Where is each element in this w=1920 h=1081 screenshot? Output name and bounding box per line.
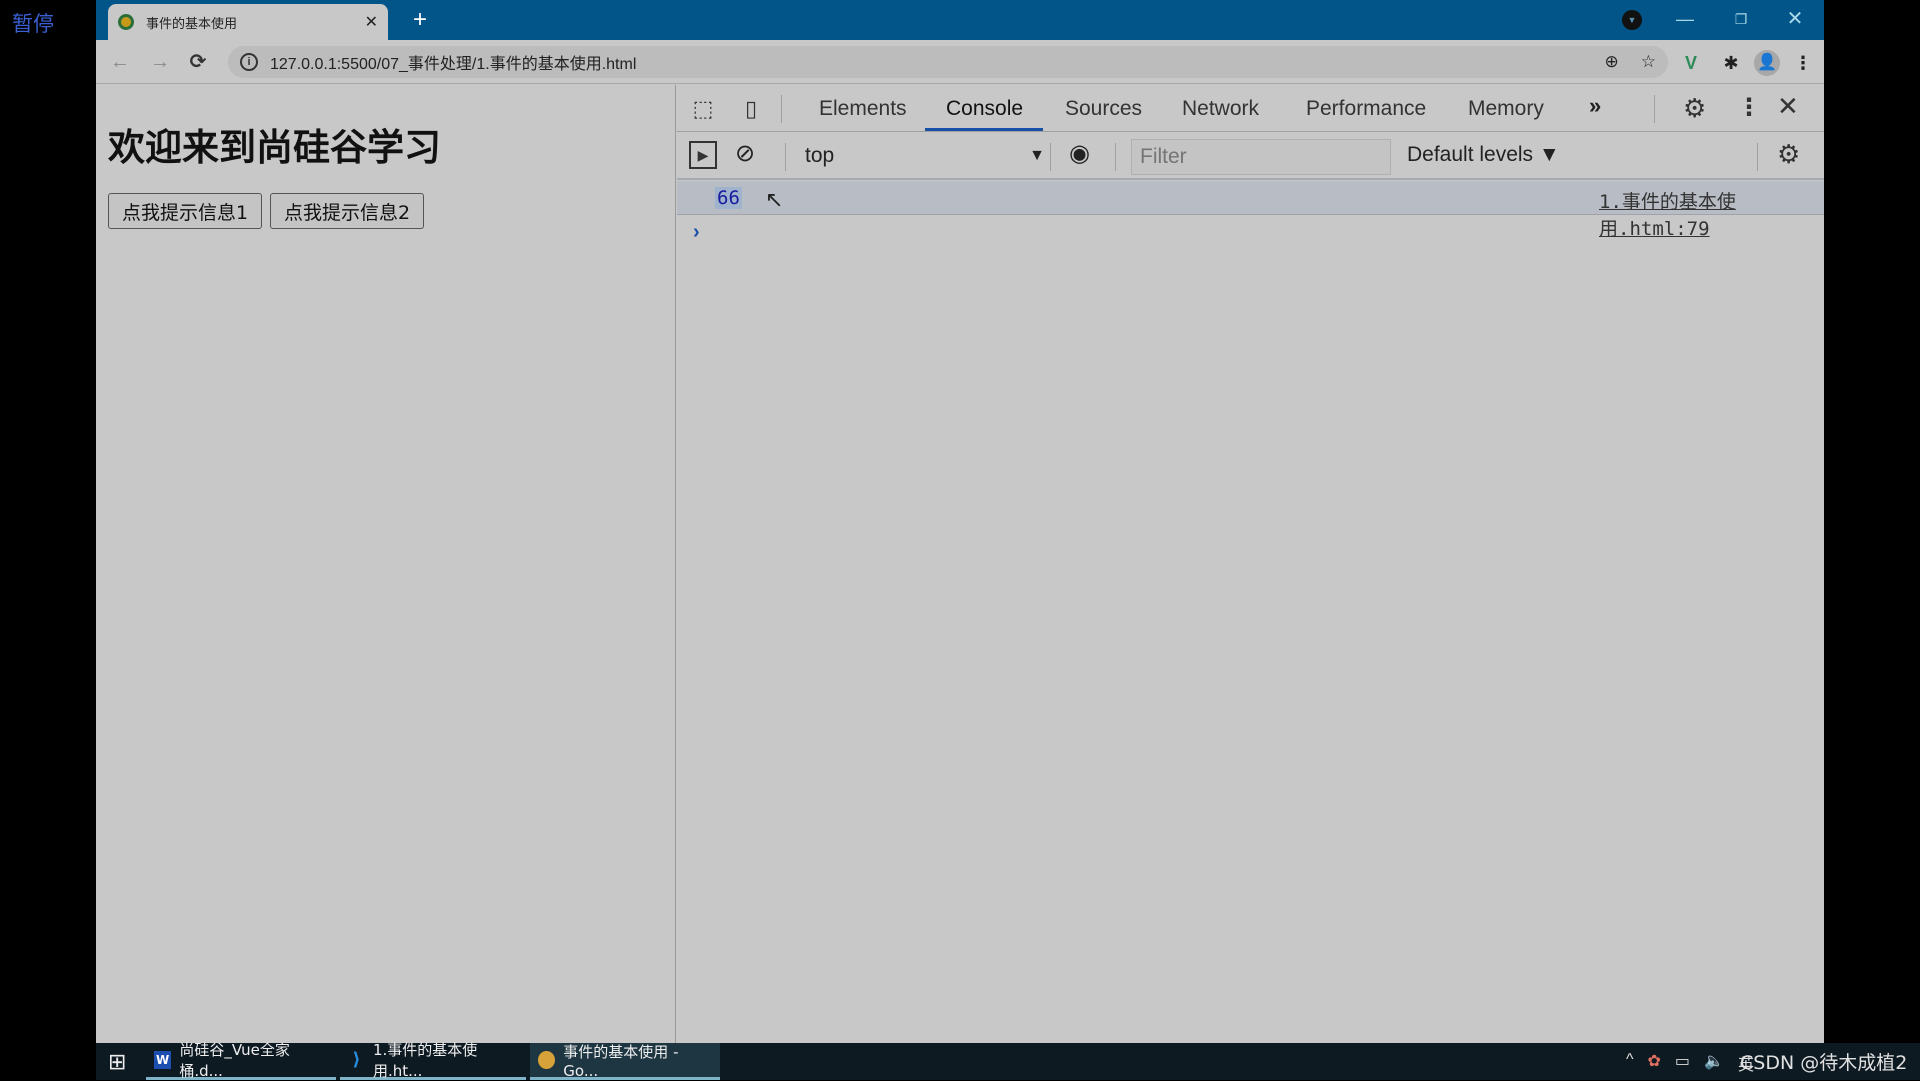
title-bar: 事件的基本使用 ✕ + ▼ — ❐ ✕	[96, 0, 1824, 40]
back-button[interactable]: ←	[106, 48, 134, 76]
url-text[interactable]: 127.0.0.1:5500/07_事件处理/1.事件的基本使用.html	[270, 50, 1583, 74]
profile-avatar[interactable]: 👤	[1754, 50, 1780, 76]
extensions-icon[interactable]: ✱	[1718, 50, 1744, 76]
divider	[1654, 95, 1655, 123]
forward-button[interactable]: →	[146, 48, 174, 76]
page-heading: 欢迎来到尚硅谷学习	[108, 126, 441, 169]
taskbar-item-label: 事件的基本使用 - Go...	[563, 1042, 679, 1080]
tab-title: 事件的基本使用	[146, 15, 238, 31]
devtools-panel: ⬚ ▯ Elements Console Sources Network Per…	[677, 85, 1824, 1043]
divider	[1757, 143, 1758, 171]
battery-icon[interactable]: ▭	[1675, 1051, 1690, 1075]
site-info-icon[interactable]: i	[240, 53, 258, 71]
show-info-1-button[interactable]: 点我提示信息1	[108, 193, 262, 229]
taskbar-item-chrome[interactable]: 事件的基本使用 - Go...	[530, 1043, 720, 1080]
console-message: 66 ↖ 1.事件的基本使用.html:79	[677, 181, 1824, 240]
favicon-icon	[118, 14, 134, 30]
more-tabs-icon[interactable]: »	[1589, 93, 1601, 119]
minimize-button[interactable]: —	[1662, 4, 1708, 34]
pause-label: 暂停	[12, 12, 54, 36]
close-tab-icon[interactable]: ✕	[365, 12, 378, 32]
log-levels-dropdown[interactable]: Default levels ▼	[1407, 143, 1560, 167]
devtools-menu-icon[interactable]: ⋮	[1737, 93, 1761, 122]
tab-memory[interactable]: Memory	[1468, 97, 1544, 121]
browser-toolbar: ← → ⟳ i 127.0.0.1:5500/07_事件处理/1.事件的基本使用…	[96, 40, 1824, 84]
tab-network[interactable]: Network	[1182, 97, 1259, 121]
mouse-cursor-icon: ↖	[765, 187, 784, 212]
reload-button[interactable]: ⟳	[184, 48, 212, 76]
live-expression-eye-icon[interactable]: ◉	[1069, 139, 1090, 168]
settings-gear-icon[interactable]: ⚙	[1683, 93, 1706, 124]
browser-menu-icon[interactable]: ⋮	[1790, 50, 1816, 76]
taskbar-item-vscode[interactable]: ⟩ 1.事件的基本使用.ht...	[340, 1041, 526, 1080]
divider	[1115, 143, 1116, 171]
log-value[interactable]: 66	[715, 187, 742, 209]
address-bar[interactable]: i 127.0.0.1:5500/07_事件处理/1.事件的基本使用.html …	[228, 46, 1668, 78]
show-info-2-button[interactable]: 点我提示信息2	[270, 193, 424, 229]
close-window-button[interactable]: ✕	[1772, 4, 1818, 34]
log-source-link[interactable]: 1.事件的基本使用.html:79	[1599, 187, 1824, 241]
word-icon: W	[154, 1051, 172, 1069]
console-prompt-icon[interactable]: ›	[693, 221, 700, 244]
taskbar-item-label: 尚硅谷_Vue全家桶.d...	[179, 1041, 290, 1080]
inspect-element-icon[interactable]: ⬚	[687, 93, 719, 125]
windows-start-icon[interactable]: ⊞	[108, 1049, 126, 1075]
context-selector[interactable]: top ▼	[805, 141, 1045, 171]
tray-chevron-icon[interactable]: ^	[1626, 1051, 1634, 1075]
vscode-icon: ⟩	[352, 1049, 361, 1070]
tab-elements[interactable]: Elements	[819, 97, 907, 121]
context-value: top	[805, 144, 835, 167]
device-toolbar-icon[interactable]: ▯	[735, 93, 767, 125]
chevron-down-icon: ▼	[1029, 147, 1045, 164]
browser-window: 事件的基本使用 ✕ + ▼ — ❐ ✕ ← → ⟳ i 127.0.0.1:55…	[96, 0, 1824, 1043]
filter-input[interactable]	[1131, 139, 1391, 175]
tab-sources[interactable]: Sources	[1065, 97, 1142, 121]
volume-icon[interactable]: 🔈	[1704, 1051, 1724, 1075]
taskbar-item-word[interactable]: W 尚硅谷_Vue全家桶.d...	[146, 1041, 336, 1080]
media-control-icon[interactable]: ▼	[1622, 10, 1642, 30]
tab-console[interactable]: Console	[946, 97, 1023, 121]
new-tab-button[interactable]: +	[406, 6, 434, 34]
tray-app-icon[interactable]: ✿	[1648, 1051, 1661, 1075]
tab-performance[interactable]: Performance	[1306, 97, 1426, 121]
chrome-icon	[538, 1051, 556, 1069]
bookmark-star-icon[interactable]: ☆	[1641, 52, 1656, 72]
console-toolbar: ▶ ⊘ top ▼ ◉ Default levels ▼ ⚙	[677, 133, 1824, 180]
divider	[1050, 143, 1051, 171]
browser-tab[interactable]: 事件的基本使用 ✕	[108, 4, 388, 40]
console-output: 66 ↖ 1.事件的基本使用.html:79 ›	[677, 181, 1824, 1041]
taskbar: ⊞ W 尚硅谷_Vue全家桶.d... ⟩ 1.事件的基本使用.ht... 事件…	[96, 1041, 1920, 1080]
console-settings-gear-icon[interactable]: ⚙	[1777, 139, 1800, 170]
taskbar-item-label: 1.事件的基本使用.ht...	[372, 1041, 478, 1080]
vue-devtools-icon[interactable]: V	[1678, 50, 1704, 76]
close-devtools-icon[interactable]: ✕	[1777, 91, 1799, 122]
active-tab-indicator	[925, 128, 1043, 131]
clear-console-icon[interactable]: ⊘	[735, 139, 755, 168]
system-tray: ^ ✿ ▭ 🔈 英	[1626, 1051, 1754, 1075]
devtools-tab-bar: ⬚ ▯ Elements Console Sources Network Per…	[677, 85, 1824, 132]
divider	[781, 95, 782, 123]
console-sidebar-toggle-icon[interactable]: ▶	[689, 141, 717, 169]
restore-button[interactable]: ❐	[1718, 4, 1764, 34]
web-page: 欢迎来到尚硅谷学习 点我提示信息1 点我提示信息2	[96, 85, 676, 1043]
watermark: CSDN @待木成植2	[1740, 1052, 1908, 1074]
zoom-icon[interactable]: ⊕	[1605, 52, 1619, 72]
divider	[785, 143, 786, 171]
